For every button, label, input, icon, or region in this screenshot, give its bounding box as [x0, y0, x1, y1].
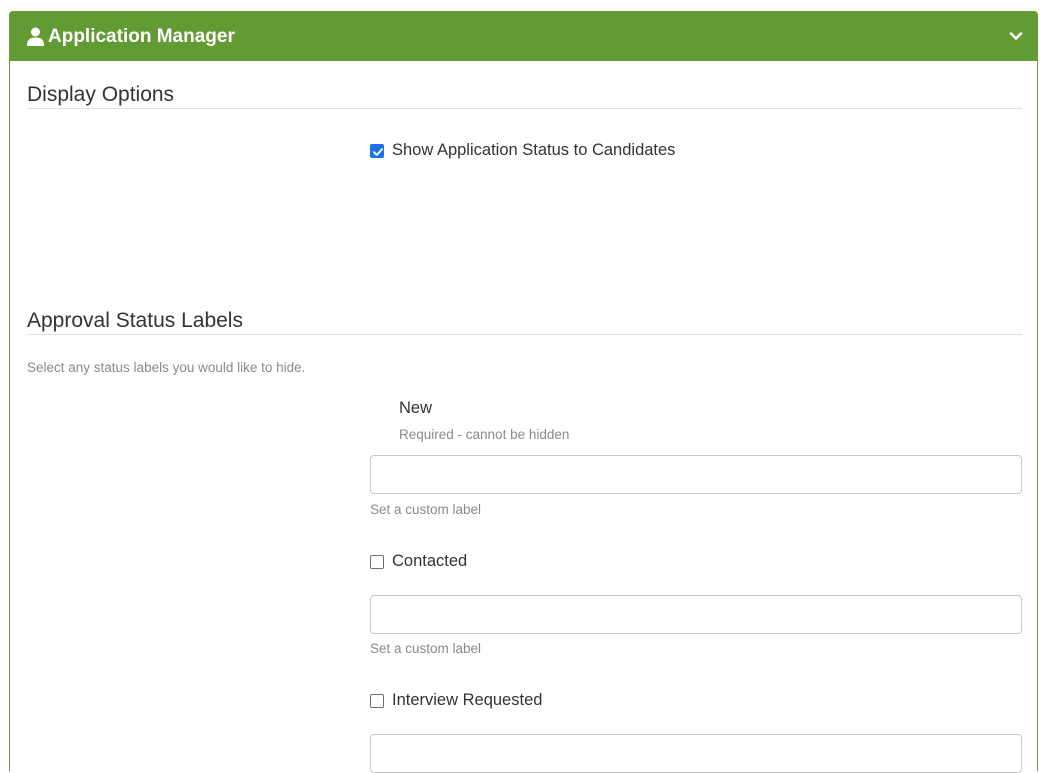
approval-description: Select any status labels you would like … — [27, 360, 306, 375]
status-interview-requested-checkbox[interactable] — [370, 693, 384, 708]
status-contacted-label: Contacted — [392, 552, 468, 570]
status-contacted-custom-label-hint: Set a custom label — [370, 641, 482, 656]
status-interview-requested-label: Interview Requested — [392, 691, 543, 709]
application-manager-panel: Application Manager Display Options Show… — [9, 11, 1038, 773]
display-options-heading: Display Options — [27, 83, 175, 106]
panel-title: Application Manager — [48, 26, 235, 47]
status-new-custom-label-input[interactable] — [370, 455, 1022, 494]
status-new-custom-label-hint: Set a custom label — [370, 502, 482, 517]
show-status-checkbox[interactable] — [370, 143, 384, 158]
show-status-label: Show Application Status to Candidates — [392, 141, 676, 159]
status-new-note: Required - cannot be hidden — [399, 427, 570, 442]
approval-status-heading: Approval Status Labels — [27, 309, 243, 332]
user-icon — [27, 27, 44, 46]
checkmark-icon — [373, 147, 383, 156]
section-divider — [27, 334, 1022, 335]
status-new-label: New — [399, 399, 433, 417]
panel-header[interactable]: Application Manager — [10, 12, 1037, 61]
section-divider — [27, 108, 1022, 109]
status-interview-requested-custom-label-input[interactable] — [370, 734, 1022, 773]
status-interview-requested-option[interactable]: Interview Requested — [370, 691, 542, 710]
status-contacted-option[interactable]: Contacted — [370, 552, 467, 571]
status-contacted-custom-label-input[interactable] — [370, 595, 1022, 634]
chevron-down-icon[interactable] — [1009, 29, 1023, 43]
show-status-option[interactable]: Show Application Status to Candidates — [370, 141, 675, 160]
status-contacted-checkbox[interactable] — [370, 554, 384, 569]
